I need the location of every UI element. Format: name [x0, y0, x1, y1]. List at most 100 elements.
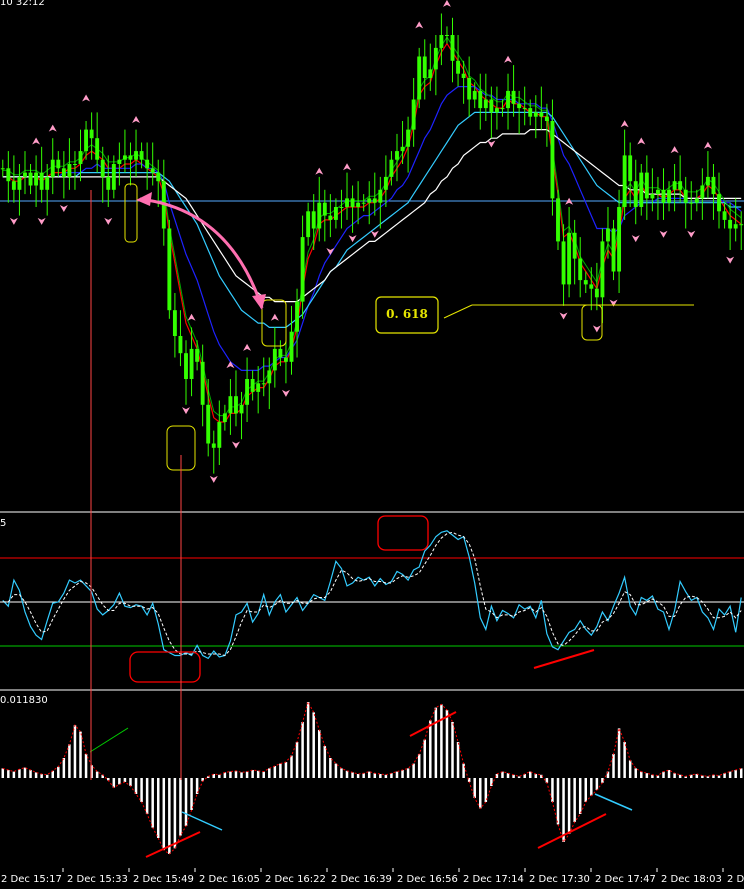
- candle-body: [683, 189, 688, 203]
- candle-body: [367, 198, 372, 203]
- candle-body: [67, 164, 72, 177]
- axis-tick-label: 2 Dec 17:30: [529, 874, 590, 885]
- candle-body: [650, 194, 655, 199]
- candle-body: [489, 99, 494, 113]
- candle-body: [578, 258, 583, 281]
- candle-body: [245, 379, 250, 405]
- candle-body: [178, 336, 183, 354]
- candle-body: [272, 348, 277, 371]
- candle-body: [389, 159, 394, 177]
- candle-body: [728, 219, 733, 229]
- candle-body: [283, 357, 288, 362]
- candle-body: [700, 185, 705, 199]
- candle-body: [189, 348, 194, 379]
- candle-body: [655, 189, 660, 195]
- candle-body: [494, 108, 499, 113]
- candle-body: [11, 181, 16, 190]
- candle-body: [184, 353, 188, 379]
- candle-body: [145, 159, 150, 169]
- candle-body: [406, 129, 411, 147]
- candle-body: [117, 159, 122, 164]
- candle-body: [717, 194, 721, 212]
- candle-body: [239, 404, 244, 414]
- candle-body: [339, 207, 344, 208]
- candle-body: [39, 172, 44, 190]
- candle-body: [433, 47, 438, 70]
- candle-body: [567, 232, 572, 285]
- candle-body: [445, 35, 449, 36]
- candle-body: [411, 99, 416, 130]
- candle-body: [134, 151, 138, 160]
- axis-tick-label: 2 Dec 16:22: [265, 874, 326, 885]
- candle-body: [428, 69, 433, 78]
- candle-body: [611, 228, 616, 272]
- candle-body: [206, 404, 211, 444]
- candle-body: [89, 129, 94, 139]
- trading-chart: 10 32:12 0. 618 5 0.011830 2 Dec 15:17 2…: [0, 0, 744, 889]
- candle-body: [439, 35, 444, 48]
- oscillator-label: 5: [0, 518, 6, 529]
- candle-body: [0, 168, 5, 170]
- candle-body: [222, 413, 227, 422]
- candle-body: [422, 56, 427, 78]
- candle-body: [617, 207, 622, 272]
- candle-body: [556, 198, 560, 242]
- candle-body: [350, 198, 355, 207]
- axis-tick-label: 2 Dec 16:39: [331, 874, 392, 885]
- candle-body: [622, 155, 627, 207]
- candle-body: [211, 443, 216, 448]
- fib-label: 0. 618: [386, 307, 428, 321]
- candle-body: [6, 168, 11, 182]
- candle-body: [73, 164, 77, 165]
- candle-body: [328, 215, 333, 220]
- candle-body: [106, 176, 111, 190]
- candle-body: [733, 224, 738, 229]
- candle-body: [28, 172, 33, 186]
- axis-tick-label: 2 Dec 15:33: [67, 874, 128, 885]
- candle-body: [17, 176, 22, 190]
- candle-body: [356, 202, 361, 207]
- candle-body: [278, 348, 283, 358]
- candle-body: [122, 155, 127, 160]
- candle-body: [289, 331, 294, 362]
- candle-body: [483, 99, 488, 109]
- candle-body: [639, 172, 644, 207]
- candle-body: [528, 108, 533, 117]
- candle-body: [128, 155, 133, 160]
- candle-body: [261, 383, 266, 385]
- candle-body: [417, 56, 422, 100]
- candle-body: [689, 202, 694, 204]
- axis-tick-label: 2 Dec 16:56: [397, 874, 458, 885]
- candle-body: [345, 198, 349, 207]
- candle-body: [694, 198, 699, 203]
- candle-body: [217, 422, 222, 448]
- candle-body: [544, 116, 549, 121]
- candle-body: [61, 168, 66, 177]
- candle-body: [322, 202, 327, 216]
- candle-body: [333, 207, 338, 220]
- candle-body: [317, 202, 322, 229]
- candle-body: [139, 151, 144, 160]
- candle-body: [200, 361, 205, 405]
- candle-body: [395, 151, 399, 160]
- candle-body: [150, 168, 155, 173]
- candle-body: [678, 181, 683, 190]
- candle-body: [583, 280, 588, 285]
- candle-body: [450, 35, 455, 61]
- candle-body: [467, 78, 472, 100]
- candle-body: [522, 108, 527, 110]
- candle-body: [478, 90, 483, 109]
- candle-body: [256, 383, 261, 392]
- candle-body: [606, 228, 610, 242]
- candle-body: [705, 176, 710, 186]
- candle-body: [84, 129, 89, 152]
- candle-body: [111, 164, 116, 190]
- candle-body: [23, 172, 27, 177]
- candle-body: [594, 288, 599, 298]
- candle-body: [572, 232, 577, 259]
- axis-tick-label: 2 Dec 15:17: [1, 874, 62, 885]
- candle-body: [461, 73, 466, 78]
- candle-body: [667, 189, 671, 203]
- candle-body: [267, 370, 272, 384]
- candle-body: [600, 241, 605, 298]
